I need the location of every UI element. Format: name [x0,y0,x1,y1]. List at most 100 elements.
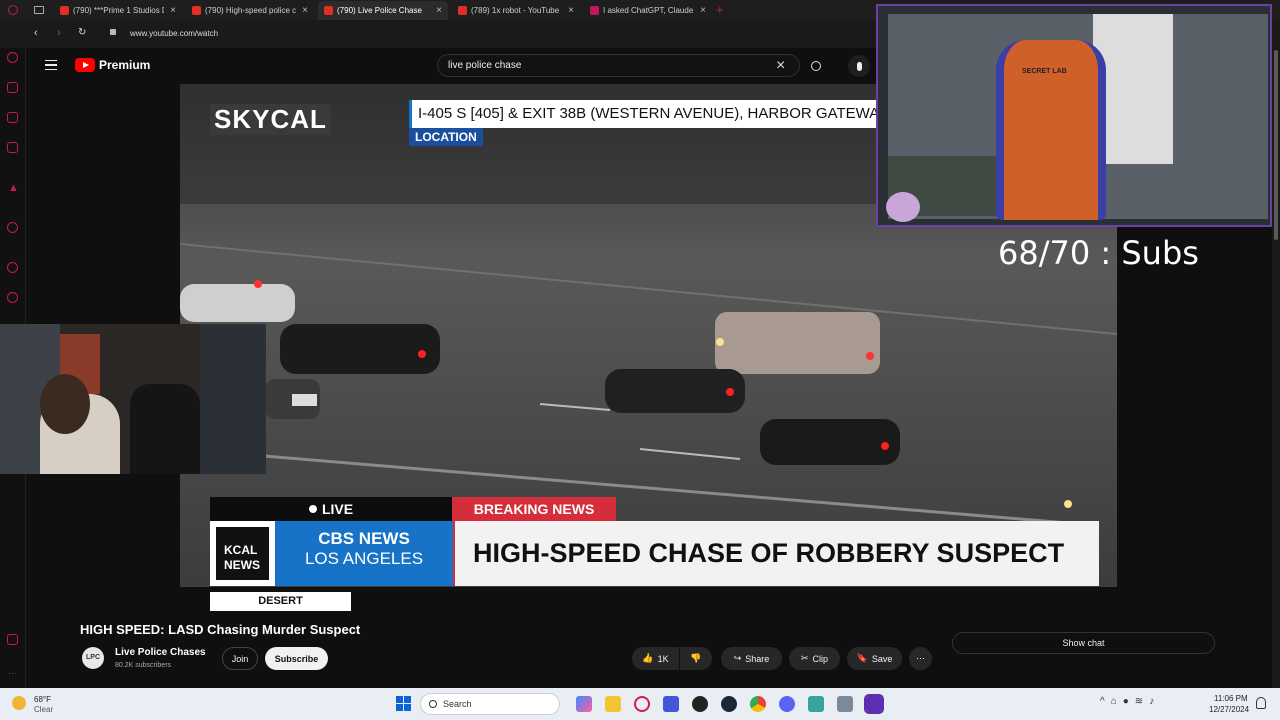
notepad-icon[interactable] [808,696,824,712]
url-field[interactable]: www.youtube.com/watch [130,29,218,38]
car [180,280,295,322]
streamer-avatar-icon [886,192,920,222]
dislike-button[interactable]: 👎 [680,647,712,670]
microphone-icon[interactable]: ● [1123,696,1129,712]
browser-tab[interactable]: I asked ChatGPT, Claude A × [584,1,712,20]
new-tab-button[interactable]: + [716,2,724,17]
subs-counter: 68/70 : Subs [998,234,1199,272]
browser-tab[interactable]: (790) High-speed police ch × [186,1,314,20]
video-title: HIGH SPEED: LASD Chasing Murder Suspect [80,622,361,637]
page-scrollbar[interactable] [1272,48,1280,688]
youtube-favicon-icon [192,6,201,15]
subscriber-count: 80.2K subscribers [115,662,172,669]
back-icon[interactable]: ‹ [34,27,38,39]
youtube-logo[interactable]: Premium [75,58,150,72]
share-button[interactable]: ↪ Share [721,647,782,670]
weather-icon[interactable] [12,696,26,710]
file-explorer-icon[interactable] [605,696,621,712]
weather-desc: Clear [34,705,54,714]
headline-banner: HIGH-SPEED CHASE OF ROBBERY SUSPECT [453,521,1099,586]
cbs-news-logo: CBS NEWS LOS ANGELES [275,521,453,586]
sidebar-app-icon[interactable] [7,82,18,93]
car [715,312,880,374]
browser-tab-active[interactable]: (790) Live Police Chase × [318,1,448,20]
forward-icon[interactable]: › [57,27,61,39]
sidebar-app-icon[interactable] [7,292,18,303]
youtube-favicon-icon [60,6,69,15]
youtube-favicon-icon [458,6,467,15]
location-banner: I-405 S [405] & EXIT 38B (WESTERN AVENUE… [409,100,895,128]
chair-brand-label: SECRET LAB [1022,68,1067,75]
copilot-icon[interactable] [576,696,592,712]
station-watermark: SKYCAL [210,104,331,135]
webcam-overlay: SECRET LAB [876,4,1272,227]
sidebar-app-icon[interactable] [7,634,18,645]
steam-icon[interactable] [721,696,737,712]
chatgpt-favicon-icon [590,6,599,15]
sidebar-app-icon[interactable] [7,52,18,63]
clip-button[interactable]: ✂ Clip [789,647,840,670]
opera-icon[interactable] [634,696,650,712]
clear-search-icon[interactable]: × [776,57,785,75]
sidebar-app-icon[interactable] [7,222,18,233]
system-tray-icons[interactable]: ^ ⌂ ● ≋ ♪ [1100,696,1200,712]
subscribe-button[interactable]: Subscribe [265,647,328,670]
lock-icon [110,29,116,35]
browser-tab[interactable]: (789) 1x robot - YouTube × [452,1,580,20]
close-tab-icon[interactable]: × [170,5,176,16]
discord-icon[interactable] [779,696,795,712]
sidebar-app-icon[interactable] [7,262,18,273]
close-tab-icon[interactable]: × [302,5,308,16]
car [280,324,440,374]
chrome-icon[interactable] [750,696,766,712]
car [605,369,745,413]
sidebar-more-icon[interactable]: ··· [8,668,17,678]
vivaldi-active-icon[interactable] [864,694,884,714]
search-icon [429,700,437,708]
live-dot-icon [308,505,317,513]
browser-sidebar-icon[interactable] [34,6,44,14]
start-button[interactable] [396,696,411,711]
browser-logo-icon[interactable] [8,5,18,15]
reload-icon[interactable]: ↻ [78,27,86,38]
browser-tab[interactable]: (790) ***Prime 1 Studios D × [54,1,182,20]
voice-search-button[interactable] [848,55,870,77]
location-tag: LOCATION [409,128,483,146]
obs-icon[interactable] [692,696,708,712]
wifi-icon[interactable]: ≋ [1135,696,1143,712]
sidebar-app-icon[interactable] [7,112,18,123]
close-tab-icon[interactable]: × [568,5,574,16]
scrollbar-thumb[interactable] [1274,50,1278,240]
join-button[interactable]: Join [222,647,258,670]
show-chat-button[interactable]: Show chat [952,632,1215,654]
channel-name[interactable]: Live Police Chases [115,647,206,658]
channel-avatar[interactable]: LPC [82,647,104,669]
search-input[interactable]: live police chase × [437,54,800,77]
clock-time[interactable]: 11:06 PM [1214,694,1248,703]
clock-date[interactable]: 12/27/2024 [1209,705,1249,714]
volume-icon[interactable]: ♪ [1149,696,1154,712]
sub-tag: DESERT [210,592,351,611]
scissors-icon: ✂ [800,653,809,663]
sidebar-app-icon[interactable] [7,142,18,153]
sidebar-app-icon[interactable]: ▲ [8,182,19,194]
like-button[interactable]: 👍 1K [632,647,679,670]
search-button[interactable] [800,54,832,77]
search-icon [811,60,821,71]
microphone-icon [856,61,862,71]
youtube-favicon-icon [324,6,333,15]
more-actions-button[interactable]: ⋯ [909,647,932,670]
more-horizontal-icon: ⋯ [916,653,925,663]
app-icon[interactable] [837,696,853,712]
network-icon[interactable]: ⌂ [1111,696,1117,712]
vivaldi-icon[interactable] [663,696,679,712]
menu-icon[interactable] [45,60,57,70]
close-tab-icon[interactable]: × [436,5,442,16]
save-button[interactable]: 🔖 Save [847,647,902,670]
taskbar-search[interactable]: Search [420,693,560,715]
thumbs-up-icon: 👍 [642,653,654,663]
close-tab-icon[interactable]: × [700,5,706,16]
kcal-news-logo: KCAL NEWS [210,521,275,586]
notification-bell-icon[interactable] [1256,697,1266,709]
chevron-up-icon[interactable]: ^ [1100,696,1105,712]
